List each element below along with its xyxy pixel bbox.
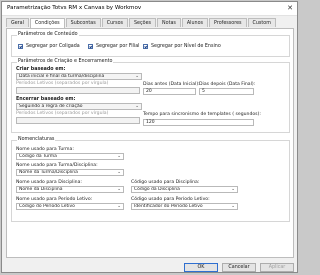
window-title: Parametrização Totvs RM x Canvas by Work… (7, 5, 142, 11)
settings-dialog: Parametrização Totvs RM x Canvas by Work… (1, 1, 298, 273)
periodo-select[interactable]: Código do Período Letivo ⌄ (16, 203, 124, 210)
group-conteudo-title: Parâmetros de Conteúdo (17, 32, 79, 38)
tab-subcontas[interactable]: Subcontas (65, 18, 101, 27)
encerrar-label: Encerrar baseado em: (16, 97, 76, 102)
periodos-input-1[interactable] (16, 87, 140, 94)
dias-antes-label: Dias antes (Data Inicial): (143, 82, 200, 87)
codigo-periodo-select-value: Identificador do Período Letivo (134, 204, 203, 209)
tab-strip: Geral Condições Subcontas Cursos Seções … (6, 18, 277, 28)
tab-secoes[interactable]: Seções (129, 18, 157, 27)
checkbox-label: Segregar por Filial (96, 44, 140, 49)
periodos-input-2[interactable] (16, 117, 140, 124)
turma-select[interactable]: Código da Turma ⌄ (16, 153, 124, 160)
tempo-input[interactable]: 120 (143, 119, 254, 126)
chevron-down-icon: ⌄ (117, 187, 121, 192)
tab-cursos[interactable]: Cursos (101, 18, 129, 27)
codigo-periodo-select[interactable]: Identificador do Período Letivo ⌄ (131, 203, 238, 210)
checkbox-segregar-filial[interactable]: Segregar por Filial (88, 44, 140, 49)
turma-select-value: Código da Turma (19, 154, 57, 159)
ok-button[interactable]: OK (184, 263, 218, 272)
title-bar: Parametrização Totvs RM x Canvas by Work… (2, 2, 297, 16)
tab-notas[interactable]: Notas (157, 18, 181, 27)
apply-button[interactable]: Aplicar (260, 263, 294, 272)
turma-label: Nome usado para Turma: (16, 147, 74, 152)
periodos-hint-1: Períodos Letivos (separados por vírgula) (16, 81, 109, 86)
codigo-disciplina-select[interactable]: Código da Disciplina ⌄ (131, 186, 238, 193)
dias-depois-label: Dias depois (Data Final): (199, 82, 256, 87)
chevron-down-icon: ⌄ (117, 170, 121, 175)
dias-antes-input[interactable]: 20 (143, 88, 196, 95)
tab-geral[interactable]: Geral (6, 18, 29, 27)
codigo-disciplina-label: Código usado para Disciplina: (131, 180, 200, 185)
checkbox-checked-icon (143, 44, 148, 49)
checkbox-label: Segregar por Coligada (26, 44, 80, 49)
turma-disciplina-select[interactable]: Nome da Turma/Disciplina ⌄ (16, 169, 124, 176)
criar-select-value: Data inicial e final da turma/disciplina (19, 74, 105, 79)
periodo-select-value: Código do Período Letivo (19, 204, 75, 209)
disciplina-select[interactable]: Nome da Disciplina ⌄ (16, 186, 124, 193)
checkbox-checked-icon (88, 44, 93, 49)
disciplina-select-value: Nome da Disciplina (19, 187, 63, 192)
tempo-label: Tempo para sincronismo de templates ( se… (143, 112, 261, 117)
criar-label: Criar baseado em: (16, 67, 66, 72)
tab-alunos[interactable]: Alunos (181, 18, 209, 27)
tab-condicoes[interactable]: Condições (29, 18, 65, 28)
checkbox-segregar-nivel-ensino[interactable]: Segregar por Nível de Ensino (143, 44, 221, 49)
codigo-disciplina-select-value: Código da Disciplina (134, 187, 180, 192)
encerrar-select[interactable]: Seguindo a regra de criação ⌄ (16, 103, 142, 110)
close-icon[interactable]: ✕ (287, 4, 293, 12)
turma-disciplina-select-value: Nome da Turma/Disciplina (19, 170, 78, 175)
group-nomenclaturas: Nomenclaturas Nome usado para Turma: Cód… (11, 137, 290, 222)
checkbox-checked-icon (18, 44, 23, 49)
chevron-down-icon: ⌄ (135, 104, 139, 109)
checkbox-segregar-coligada[interactable]: Segregar por Coligada (18, 44, 80, 49)
periodo-label: Nome usado para Período Letivo: (16, 197, 93, 202)
periodos-hint-2: Períodos Letivos (separados por vírgula) (16, 111, 109, 116)
chevron-down-icon: ⌄ (117, 204, 121, 209)
tab-custom[interactable]: Custom (247, 18, 276, 27)
group-nomenclaturas-title: Nomenclaturas (17, 137, 56, 143)
criar-select[interactable]: Data inicial e final da turma/disciplina… (16, 73, 142, 80)
chevron-down-icon: ⌄ (117, 154, 121, 159)
group-criacao: Parâmetros de Criação e Encerramento Cri… (11, 59, 290, 133)
group-criacao-title: Parâmetros de Criação e Encerramento (17, 59, 114, 65)
chevron-down-icon: ⌄ (135, 74, 139, 79)
checkbox-label: Segregar por Nível de Ensino (151, 44, 221, 49)
codigo-periodo-label: Código usado para Período Letivo: (131, 197, 210, 202)
chevron-down-icon: ⌄ (231, 187, 235, 192)
chevron-down-icon: ⌄ (231, 204, 235, 209)
tab-panel-condicoes: Parâmetros de Conteúdo Segregar por Coli… (6, 28, 294, 258)
encerrar-select-value: Seguindo a regra de criação (19, 104, 83, 109)
tab-professores[interactable]: Professores (209, 18, 247, 27)
turma-disciplina-label: Nome usado para Turma/Disciplina: (16, 163, 98, 168)
cancel-button[interactable]: Cancelar (222, 263, 256, 272)
dias-depois-input[interactable]: 5 (199, 88, 254, 95)
group-conteudo: Parâmetros de Conteúdo Segregar por Coli… (11, 32, 290, 57)
disciplina-label: Nome usado para Disciplina: (16, 180, 82, 185)
